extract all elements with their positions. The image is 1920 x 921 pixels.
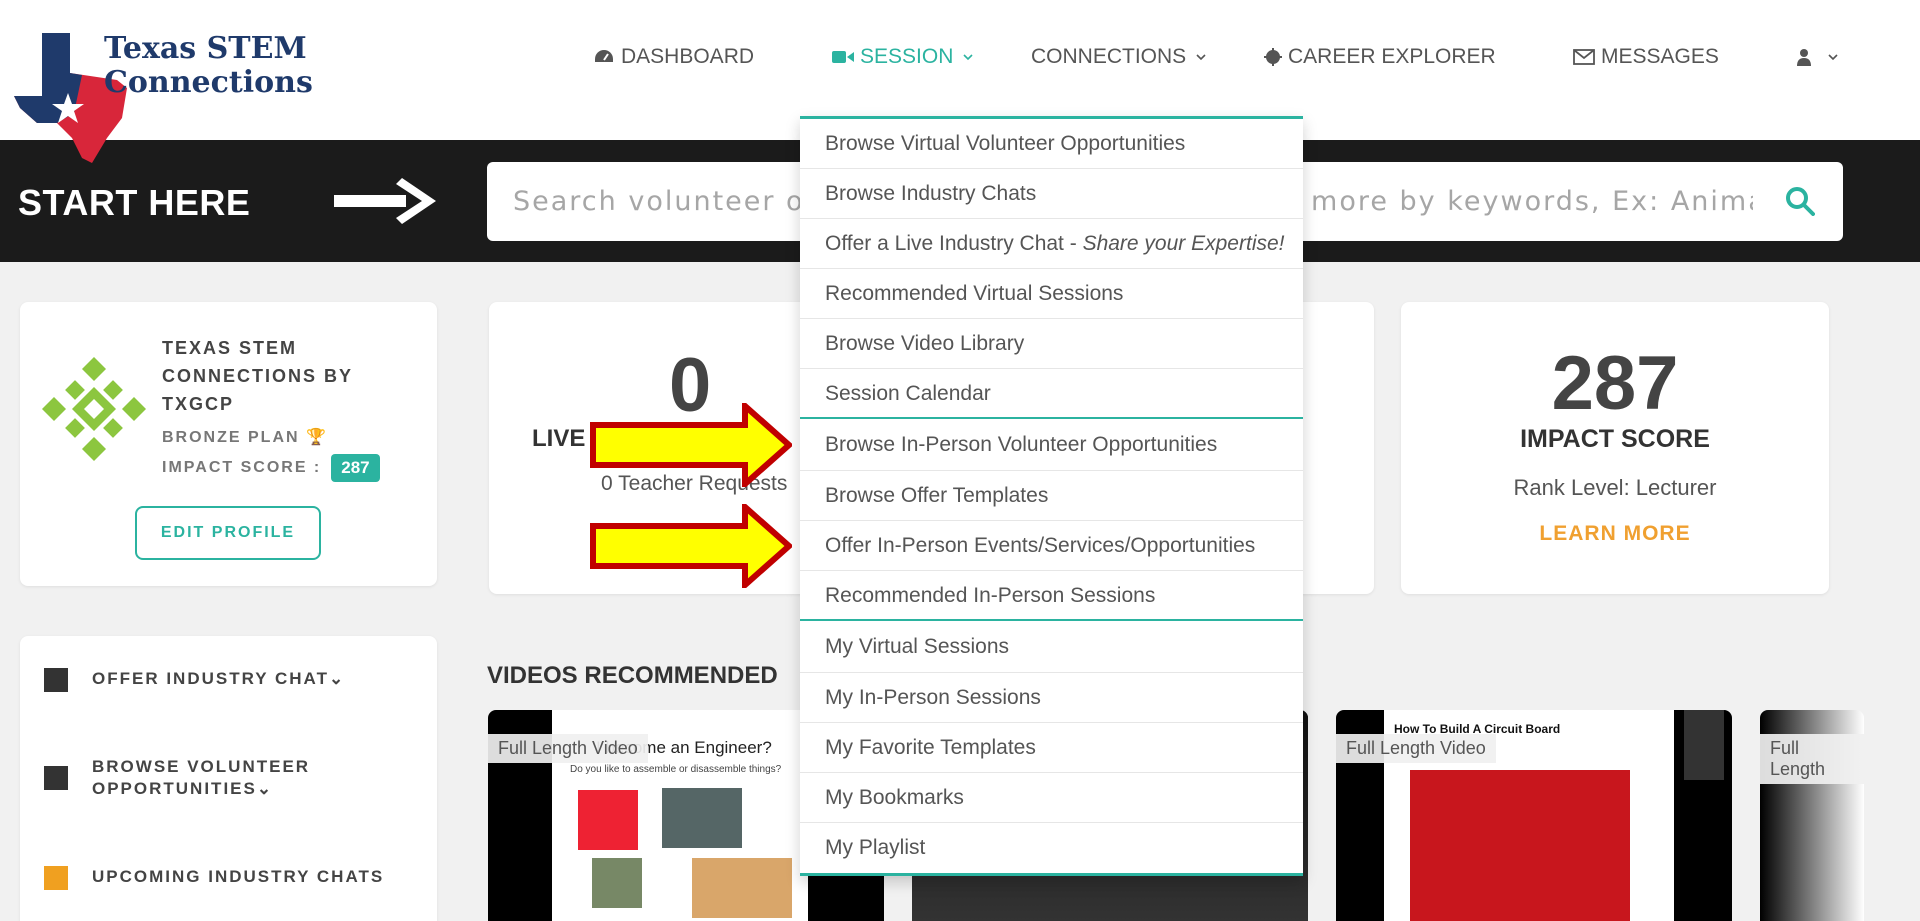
menu-session-calendar[interactable]: Session Calendar xyxy=(800,369,1303,419)
square-icon xyxy=(44,668,68,692)
menu-offer-in-person-events[interactable]: Offer In-Person Events/Services/Opportun… xyxy=(800,521,1303,571)
impact-score-label: IMPACT SCORE : xyxy=(162,459,322,476)
logo-line-1: Texas STEM xyxy=(104,31,307,66)
impact-score-card: 287 IMPACT SCORE Rank Level: Lecturer LE… xyxy=(1401,302,1829,594)
menu-my-favorite-templates[interactable]: My Favorite Templates xyxy=(800,723,1303,773)
impact-score-badge: 287 xyxy=(331,454,380,482)
photo-sandcastle xyxy=(692,858,792,918)
learn-more-link[interactable]: LEARN MORE xyxy=(1401,522,1829,546)
organization-avatar xyxy=(42,357,146,461)
menu-my-playlist[interactable]: My Playlist xyxy=(800,823,1303,873)
side-item-label: BROWSE VOLUNTEER OPPORTUNITIES⌄ xyxy=(92,757,311,798)
menu-my-virtual-sessions[interactable]: My Virtual Sessions xyxy=(800,621,1303,673)
dashboard-icon xyxy=(593,48,615,66)
site-logo[interactable]: Texas STEM Connections xyxy=(12,28,313,168)
webcam-overlay xyxy=(1684,710,1724,780)
photo-blocks xyxy=(578,790,638,850)
menu-recommended-virtual-sessions[interactable]: Recommended Virtual Sessions xyxy=(800,269,1303,319)
nav-connections-label: CONNECTIONS xyxy=(1031,45,1187,68)
menu-browse-offer-templates[interactable]: Browse Offer Templates xyxy=(800,471,1303,521)
menu-recommended-in-person-sessions[interactable]: Recommended In-Person Sessions xyxy=(800,571,1303,621)
profile-card: TEXAS STEM CONNECTIONS BY TXGCP BRONZE P… xyxy=(20,302,437,586)
side-item-upcoming-industry-chats[interactable]: UPCOMING INDUSTRY CHATS xyxy=(44,866,384,890)
arrow-right-icon xyxy=(334,178,436,224)
trophy-icon: 🏆 xyxy=(306,429,328,446)
plan-name: BRONZE PLAN xyxy=(162,429,300,446)
menu-browse-video-library[interactable]: Browse Video Library xyxy=(800,319,1303,369)
session-dropdown-menu: Browse Virtual Volunteer Opportunities B… xyxy=(800,116,1303,876)
square-icon xyxy=(44,866,68,890)
menu-my-bookmarks[interactable]: My Bookmarks xyxy=(800,773,1303,823)
annotation-arrow-icon xyxy=(590,504,792,588)
menu-browse-virtual-volunteer[interactable]: Browse Virtual Volunteer Opportunities xyxy=(800,119,1303,169)
logo-text: Texas STEM Connections xyxy=(104,32,313,100)
nav-session[interactable]: SESSION xyxy=(832,40,973,74)
organization-name: TEXAS STEM CONNECTIONS BY TXGCP xyxy=(162,338,353,414)
menu-browse-industry-chats[interactable]: Browse Industry Chats xyxy=(800,169,1303,219)
video-type-tag: Full Length Video xyxy=(1336,734,1496,763)
share-expertise-text: Share your Expertise! xyxy=(1082,232,1285,255)
video-card[interactable]: Full Length xyxy=(1760,710,1864,921)
nav-connections[interactable]: CONNECTIONS xyxy=(1031,40,1206,74)
menu-browse-in-person-volunteer[interactable]: Browse In-Person Volunteer Opportunities xyxy=(800,419,1303,471)
photo-workers xyxy=(662,788,742,848)
video-card[interactable]: Full Length Video How To Build A Circuit… xyxy=(1336,710,1732,921)
impact-score-line: IMPACT SCORE : 287 xyxy=(162,454,380,482)
nav-messages-label: MESSAGES xyxy=(1601,45,1719,68)
live-stat-label: LIVE xyxy=(532,425,586,452)
circuit-board-image xyxy=(1410,770,1630,921)
side-item-label: UPCOMING INDUSTRY CHATS xyxy=(92,867,385,886)
edit-profile-button[interactable]: EDIT PROFILE xyxy=(135,506,321,560)
video-subcaption: Do you like to assemble or disassemble t… xyxy=(570,764,782,775)
square-icon xyxy=(44,766,68,790)
gear-icon xyxy=(1264,48,1282,66)
video-camera-icon xyxy=(832,49,854,65)
chevron-down-icon xyxy=(1828,53,1838,61)
side-item-offer-industry-chat[interactable]: OFFER INDUSTRY CHAT⌄ xyxy=(44,668,345,692)
menu-my-in-person-sessions[interactable]: My In-Person Sessions xyxy=(800,673,1303,723)
annotation-arrow-icon xyxy=(590,403,792,487)
chevron-down-icon xyxy=(963,53,973,61)
rank-level: Rank Level: Lecturer xyxy=(1513,475,1717,500)
nav-career-explorer-label: CAREER EXPLORER xyxy=(1288,45,1496,68)
nav-career-explorer[interactable]: CAREER EXPLORER xyxy=(1264,40,1496,74)
video-type-tag: Full Length Video xyxy=(488,734,648,763)
nav-user-menu[interactable] xyxy=(1796,40,1838,74)
video-type-tag: Full Length xyxy=(1760,734,1864,784)
nav-dashboard-label: DASHBOARD xyxy=(621,45,755,68)
envelope-icon xyxy=(1573,49,1595,65)
user-icon xyxy=(1796,48,1812,66)
side-item-label: OFFER INDUSTRY CHAT⌄ xyxy=(92,669,346,688)
nav-session-label: SESSION xyxy=(860,45,954,68)
nav-messages[interactable]: MESSAGES xyxy=(1573,40,1719,74)
logo-line-2: Connections xyxy=(104,65,313,100)
menu-offer-live-industry-chat[interactable]: Offer a Live Industry Chat - Share your … xyxy=(800,219,1303,269)
photo-student xyxy=(592,858,642,908)
videos-section-title: VIDEOS RECOMMENDED xyxy=(487,662,778,689)
impact-score-title: IMPACT SCORE xyxy=(1520,425,1710,453)
plan-label: BRONZE PLAN 🏆 xyxy=(162,427,328,447)
search-icon[interactable] xyxy=(1785,186,1815,221)
nav-dashboard[interactable]: DASHBOARD xyxy=(593,40,754,74)
start-here-label: START HERE xyxy=(18,182,251,223)
chevron-down-icon xyxy=(1196,53,1206,61)
impact-score-number: 287 xyxy=(1551,341,1679,426)
side-menu-card: OFFER INDUSTRY CHAT⌄ BROWSE VOLUNTEER OP… xyxy=(20,636,437,921)
side-item-browse-volunteer[interactable]: BROWSE VOLUNTEER OPPORTUNITIES⌄ xyxy=(44,756,332,800)
